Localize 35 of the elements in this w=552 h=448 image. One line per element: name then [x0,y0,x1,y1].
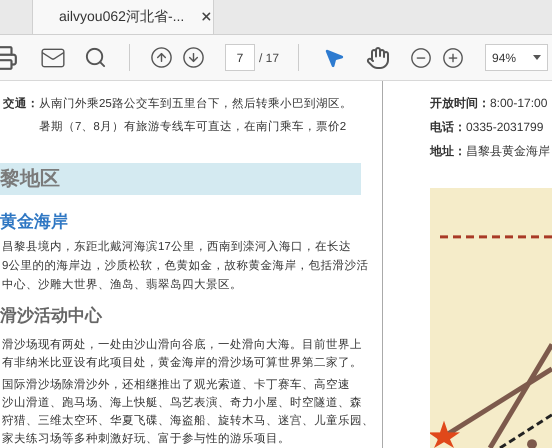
text-line: 暑期（7、8月）有旅游专线车可直达，在南门乘车，票价2 [39,119,348,136]
hand-icon [366,46,390,70]
text-line: 中心、沙雕大世界、渔岛、翡翠岛四大景区。 [2,277,243,292]
search-icon[interactable] [84,46,107,69]
text-line: 从南门外乘25路公交车到五里台下，然后转乘小巴到湖区。 [39,96,352,112]
pointer-icon [323,46,346,68]
page-number-field[interactable]: 7 [225,44,255,71]
text-line: 有非纳米比亚设有此项目处，黄金海岸的滑沙场可算世界第二家了。 [2,355,363,371]
text-line: 9公里的的海岸边，沙质松软，色黄如金，故称黄金海岸，包括滑沙活 [2,258,370,274]
text-line: 昌黎县境内，东距北戴河海滨17公里，西南到滦河入海口，在长达 [2,239,352,254]
tab-title: ailvyou062河北省-... [59,7,184,26]
text-line: 国际滑沙场除滑沙外，还相继推出了观光索道、卡丁赛车、高空速 [2,377,351,393]
subsection-title: 滑沙活动中心 [0,304,104,326]
section-title: 黄金海岸 [0,211,69,233]
text-line: 狩猎、三维太空环、华夏飞碟、海盗船、旋转木马、迷宫、儿童乐园、 [2,413,375,429]
text-line: 滑沙场现有两处，一处由沙山滑向谷底，一处滑向大海。目前世界上 [2,337,363,353]
document-tab[interactable]: ailvyou062河北省-... [32,0,214,34]
arrow-down-icon[interactable] [182,46,205,69]
zoom-out-icon[interactable] [410,46,432,68]
info-value: 昌黎县黄金海岸 [466,143,550,160]
info-label: 地址： [430,143,466,160]
info-label: 电话： [430,119,466,136]
text-line: 家夫练习场等多种刺激好玩、富于参与性的游乐项目。 [2,431,291,447]
page-total: / 17 [259,50,280,66]
region-heading: 黎地区 [0,166,60,192]
text-line: 沙山滑道、跑马场、海上快艇、鸟艺表演、奇力小屋、时空隧道、森 [2,395,363,411]
field-label: 交通： [3,96,39,112]
caret-icon [533,55,542,60]
zoom-in-icon[interactable] [442,46,464,68]
close-icon[interactable] [200,10,213,23]
info-value: 0335-2031799 [466,119,544,136]
arrow-up-icon[interactable] [150,46,173,69]
info-value: 8:00-17:00 [490,95,548,112]
zoom-dropdown[interactable]: 94% [485,44,548,71]
info-label: 开放时间： [430,95,490,112]
